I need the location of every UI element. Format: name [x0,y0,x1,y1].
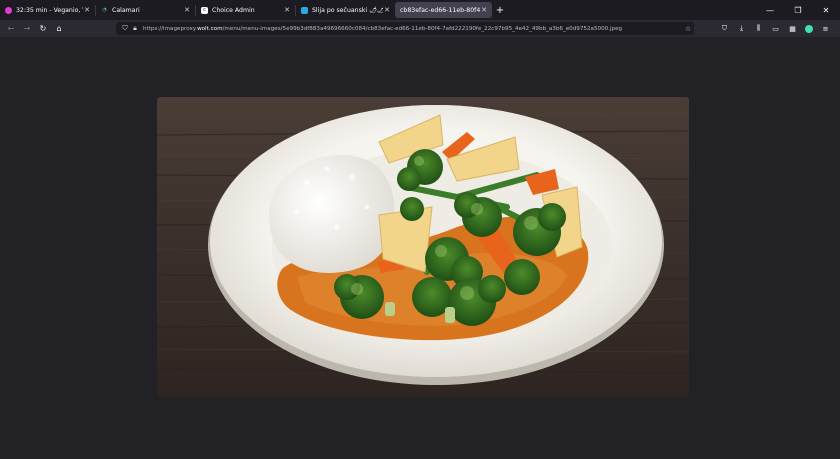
site-favicon-icon [301,6,308,14]
url-text[interactable]: https://imageproxy.wolt.com/menu/menu-im… [143,26,682,32]
restore-icon[interactable]: ❐ [784,0,812,20]
navigation-toolbar: ← → ↻ ⌂ ⛉ 🔒︎ https://imageproxy.wolt.com… [0,20,840,37]
choice-favicon-icon: c [201,6,208,14]
tab-veganio[interactable]: 32:35 min - Veganio, Veganio ✕ [0,0,95,20]
minimize-icon[interactable]: — [756,0,784,20]
tab-title: Slija po sečuanski 🌶🌶🌶 (1, · [312,7,383,14]
tab-title: cb83efac-ed66-11eb-80f4-7afd22 [400,6,480,14]
menu-icon[interactable]: ≡ [817,25,834,33]
tab-strip: 32:35 min - Veganio, Veganio ✕ ◔ Calamar… [0,0,840,20]
shield-icon[interactable]: ⛉ [120,24,130,33]
content-viewport [0,37,840,459]
url-domain: wolt.com [197,25,223,32]
lock-icon[interactable]: 🔒︎ [130,24,140,33]
new-tab-button[interactable]: + [492,0,508,20]
close-icon[interactable]: ✕ [480,6,488,14]
bookmark-star-icon[interactable]: ☆ [682,25,694,33]
tab-calamari[interactable]: ◔ Calamari ✕ [96,0,195,20]
toolbar-right: ⛉ ⤓ ⫼ ▭ ▦ ≡ [716,20,840,37]
close-icon[interactable]: ✕ [183,6,191,14]
home-icon[interactable]: ⌂ [51,20,67,37]
downloads-icon[interactable]: ⤓ [733,24,750,33]
library-icon[interactable]: ⫼ [750,24,767,33]
address-bar[interactable]: ⛉ 🔒︎ https://imageproxy.wolt.com/menu/me… [116,22,694,35]
wolt-favicon-icon: ◔ [102,7,107,13]
back-arrow-icon[interactable]: ← [3,20,19,37]
account-avatar[interactable] [805,24,813,33]
close-icon[interactable]: ✕ [383,6,391,14]
tab-slija[interactable]: Slija po sečuanski 🌶🌶🌶 (1, · ✕ [296,0,395,20]
tab-title: Choice Admin [212,6,255,14]
extension-icon[interactable]: ▦ [784,25,801,33]
tab-image-active[interactable]: cb83efac-ed66-11eb-80f4-7afd22 ✕ [395,2,492,18]
close-window-icon[interactable]: ✕ [812,0,840,20]
tab-title: Calamari [112,6,140,14]
pocket-icon[interactable]: ⛉ [716,24,733,33]
tab-choice-admin[interactable]: c Choice Admin ✕ [196,0,295,20]
tab-title: 32:35 min - Veganio, Veganio [16,6,83,14]
url-path: /menu/menu-images/5e99b3df883a49696660c0… [222,25,623,32]
reload-icon[interactable]: ↻ [35,20,51,37]
food-photo [157,97,689,397]
window-controls: — ❐ ✕ [756,0,840,20]
veganio-favicon-icon [5,6,12,14]
close-icon[interactable]: ✕ [83,6,91,14]
forward-arrow-icon[interactable]: → [19,20,35,37]
close-icon[interactable]: ✕ [283,6,291,14]
plated-vegetables-rice-image [157,97,689,397]
url-prefix: https://imageproxy. [143,25,198,32]
sidebar-icon[interactable]: ▭ [767,25,784,33]
